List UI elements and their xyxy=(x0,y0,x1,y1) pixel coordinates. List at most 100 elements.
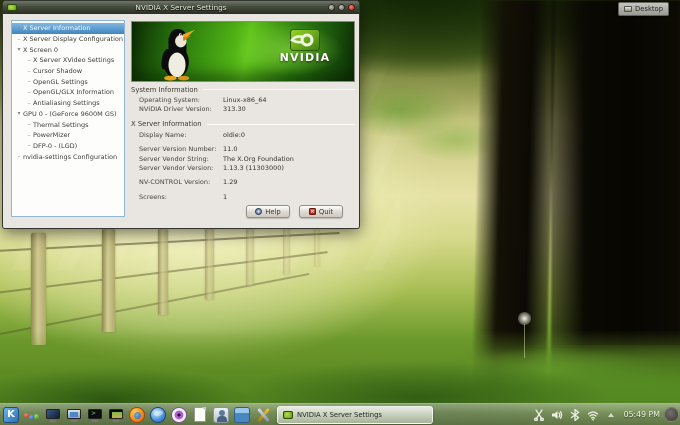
wifi-icon[interactable] xyxy=(587,408,600,421)
desktop-button-label: Desktop xyxy=(635,5,664,13)
wallpaper-fence-post xyxy=(158,229,168,315)
info-value: 11.0 xyxy=(223,145,238,154)
firefox-icon[interactable] xyxy=(129,406,145,423)
monitor-icon[interactable] xyxy=(45,407,61,423)
info-label: Server Vendor String: xyxy=(139,154,209,163)
tree-dash-icon: – xyxy=(27,142,31,150)
section-divider xyxy=(206,123,355,125)
info-value: 1.13.3 (11303000) xyxy=(223,164,284,173)
help-button-label: Help xyxy=(265,207,281,216)
sidebar-item[interactable]: – X Server Display Configuration xyxy=(12,34,124,45)
package-icon[interactable] xyxy=(234,406,250,423)
window-titlebar[interactable]: NVIDIA X Server Settings xyxy=(3,1,359,14)
sidebar-item[interactable]: ▾ X Screen 0 xyxy=(12,44,124,55)
info-label: Screens: xyxy=(139,192,167,201)
help-icon xyxy=(255,208,263,215)
minimize-button[interactable] xyxy=(328,4,335,11)
quit-icon: × xyxy=(308,208,316,215)
info-value: 1 xyxy=(223,192,228,201)
expander-icon[interactable]: ▾ xyxy=(15,46,23,53)
info-value: 313.30 xyxy=(223,105,246,114)
sidebar-item-label: X Server Information xyxy=(23,24,91,33)
nvidia-eye-icon xyxy=(290,29,320,51)
maximize-button[interactable] xyxy=(338,4,345,11)
tree-dash-icon: – xyxy=(17,35,21,43)
sidebar-item[interactable]: – X Server XVideo Settings xyxy=(12,55,124,66)
tools-icon[interactable] xyxy=(255,407,271,423)
eye-icon[interactable] xyxy=(171,406,187,423)
tree-dash-icon: – xyxy=(27,67,31,75)
desktop-workspace-button[interactable]: Desktop xyxy=(618,2,670,16)
section-divider xyxy=(202,89,355,90)
nvidia-wordmark: NVIDIA xyxy=(279,51,331,64)
tree-dash-icon: – xyxy=(27,131,31,139)
sidebar-item-label: OpenGL/GLX Information xyxy=(33,88,115,97)
computer-icon[interactable] xyxy=(66,407,82,423)
dandelion-icon xyxy=(518,312,531,325)
tray-expander-icon[interactable] xyxy=(605,408,618,421)
desktop-monitor-icon xyxy=(624,6,632,12)
sidebar-item[interactable]: X Server Information xyxy=(12,23,124,34)
sidebar-item[interactable]: – OpenGL/GLX Information xyxy=(12,87,124,98)
panel-cashew-icon[interactable] xyxy=(664,407,679,422)
konqueror-icon[interactable] xyxy=(150,406,166,423)
info-row: Server Vendor String: The X.Org Foundatio… xyxy=(139,155,355,164)
info-label: NVIDIA Driver Version: xyxy=(139,105,212,114)
info-value: The X.Org Foundation xyxy=(223,154,294,163)
sidebar-item[interactable]: – DFP-0 - (LGD) xyxy=(12,141,124,152)
sidebar-item[interactable]: – Thermal Settings xyxy=(12,119,124,130)
sidebar-item[interactable]: – Cursor Shadow xyxy=(12,66,124,77)
tux-penguin-icon xyxy=(161,28,196,81)
wallpaper-fence-post xyxy=(31,233,46,345)
info-label: Display Name: xyxy=(139,130,187,139)
document-icon[interactable] xyxy=(194,407,206,422)
sidebar-item-label: DFP-0 - (LGD) xyxy=(33,141,78,150)
terminal-icon[interactable] xyxy=(87,407,103,423)
info-row: Display Name: oldie:0 xyxy=(139,131,355,140)
expander-icon[interactable]: ▾ xyxy=(15,110,23,117)
taskbar-clock[interactable]: 05:49 PM xyxy=(624,410,660,419)
taskbar-launchers: K xyxy=(0,406,271,423)
sidebar-item-label: Cursor Shadow xyxy=(33,67,83,76)
tree-dash-icon: – xyxy=(27,88,31,96)
kde-menu-icon[interactable]: K xyxy=(3,406,19,423)
tree-dash-icon: – xyxy=(27,56,31,64)
help-button[interactable]: Help xyxy=(246,205,290,218)
sidebar-item[interactable]: – OpenGL Settings xyxy=(12,76,124,87)
info-label: Server Version Number: xyxy=(139,145,217,154)
info-row: Screens: 1 xyxy=(139,193,355,202)
media-display-icon[interactable] xyxy=(108,407,124,423)
info-label: Operating System: xyxy=(139,96,200,104)
info-value: Linux-x86_64 xyxy=(223,96,267,104)
wallpaper-fence-post xyxy=(102,229,115,332)
sidebar-item[interactable]: – Antialiasing Settings xyxy=(12,98,124,109)
volume-icon[interactable] xyxy=(551,408,564,421)
info-row: Server Vendor Version: 1.13.3 (11303000) xyxy=(139,164,355,173)
sidebar-item-label: X Server Display Configuration xyxy=(23,35,124,44)
tree-dash-icon: – xyxy=(17,153,21,161)
klipper-scissors-icon[interactable] xyxy=(533,408,546,421)
tree-dash-icon: – xyxy=(27,121,31,129)
close-button[interactable] xyxy=(348,4,355,11)
system-tray xyxy=(533,408,620,421)
sidebar-item[interactable]: – nvidia-settings Configuration xyxy=(12,151,124,162)
sidebar-item-label: PowerMizer xyxy=(33,131,71,140)
sidebar-item[interactable]: – PowerMizer xyxy=(12,130,124,141)
section-title: System Information xyxy=(131,85,198,94)
sidebar-item-label: nvidia-settings Configuration xyxy=(23,152,118,161)
task-button-nvidia-settings[interactable]: NVIDIA X Server Settings xyxy=(277,405,433,424)
section-header: X Server Information xyxy=(131,120,355,129)
colored-dots-icon[interactable] xyxy=(24,407,40,423)
sidebar-tree: X Server Information – X Server Display Co… xyxy=(11,20,125,217)
user-icon[interactable] xyxy=(213,406,229,423)
sidebar-item-label: Thermal Settings xyxy=(33,120,89,129)
wallpaper-fence-post xyxy=(314,227,320,267)
nvidia-banner: NVIDIA xyxy=(131,21,355,82)
sidebar-item[interactable]: ▾ GPU 0 - (GeForce 9600M GS) xyxy=(12,109,124,120)
nvidia-window-icon xyxy=(7,4,17,11)
wallpaper-fence-post xyxy=(283,227,290,275)
quit-button[interactable]: × Quit xyxy=(299,205,343,218)
bluetooth-icon[interactable] xyxy=(569,408,582,421)
wallpaper-fence-post xyxy=(246,228,254,286)
info-row: Operating System: Linux-x86_64 xyxy=(139,96,355,105)
